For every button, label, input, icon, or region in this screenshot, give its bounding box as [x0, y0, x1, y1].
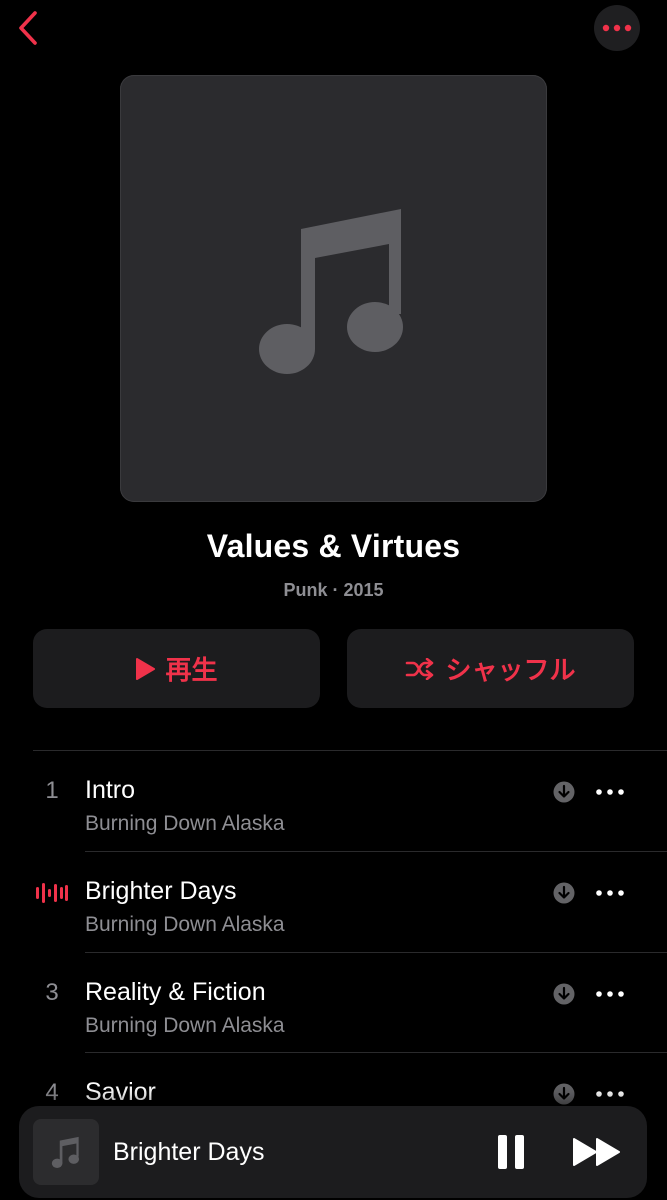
more-options-button[interactable]: [594, 5, 640, 51]
track-artist: Burning Down Alaska: [85, 1014, 285, 1037]
now-playing-icon: [36, 883, 68, 903]
album-artwork: [120, 75, 547, 502]
music-note-icon: [51, 1136, 80, 1169]
track-title: Brighter Days: [85, 877, 237, 905]
mini-player-artwork: [33, 1119, 99, 1185]
download-icon[interactable]: [553, 983, 575, 1005]
download-icon[interactable]: [553, 882, 575, 904]
track-title: Reality & Fiction: [85, 978, 266, 1006]
album-genre-year: Punk · 2015: [283, 580, 384, 600]
mini-player-title: Brighter Days: [113, 1138, 265, 1166]
ellipsis-icon: [596, 890, 624, 896]
download-icon[interactable]: [553, 1083, 575, 1105]
track-row[interactable]: 3 Reality & Fiction Burning Down Alaska: [0, 953, 667, 1053]
track-title: Intro: [85, 776, 136, 804]
track-row[interactable]: Brighter Days Burning Down Alaska: [0, 852, 667, 952]
track-row[interactable]: 1 Intro Burning Down Alaska: [0, 751, 667, 851]
ellipsis-icon: [602, 24, 632, 32]
pause-icon: [498, 1135, 524, 1169]
mini-player[interactable]: Brighter Days: [19, 1106, 647, 1198]
play-button[interactable]: 再生: [33, 629, 320, 708]
shuffle-button[interactable]: シャッフル: [347, 629, 634, 708]
chevron-left-icon: [19, 11, 37, 45]
shuffle-icon: [406, 657, 434, 680]
album-title: Values & Virtues: [206, 528, 461, 564]
play-label: 再生: [165, 655, 218, 685]
fast-forward-button[interactable]: [567, 1130, 627, 1174]
track-number: 1: [45, 777, 59, 804]
play-icon: [136, 657, 156, 680]
music-note-icon: [258, 208, 403, 374]
track-more-button[interactable]: [592, 781, 628, 803]
track-title: Savior: [85, 1078, 156, 1106]
back-button[interactable]: [8, 6, 48, 50]
ellipsis-icon: [596, 1091, 624, 1097]
ellipsis-icon: [596, 789, 624, 795]
track-number: 3: [45, 979, 59, 1006]
track-number: 4: [45, 1079, 59, 1106]
pause-button[interactable]: [489, 1130, 533, 1174]
ellipsis-icon: [596, 991, 624, 997]
track-more-button[interactable]: [592, 983, 628, 1005]
track-artist: Burning Down Alaska: [85, 812, 285, 835]
download-icon[interactable]: [553, 781, 575, 803]
track-more-button[interactable]: [592, 882, 628, 904]
shuffle-label: シャッフル: [445, 655, 576, 685]
track-more-button[interactable]: [592, 1083, 628, 1105]
fast-forward-icon: [573, 1138, 620, 1166]
track-artist: Burning Down Alaska: [85, 913, 285, 936]
